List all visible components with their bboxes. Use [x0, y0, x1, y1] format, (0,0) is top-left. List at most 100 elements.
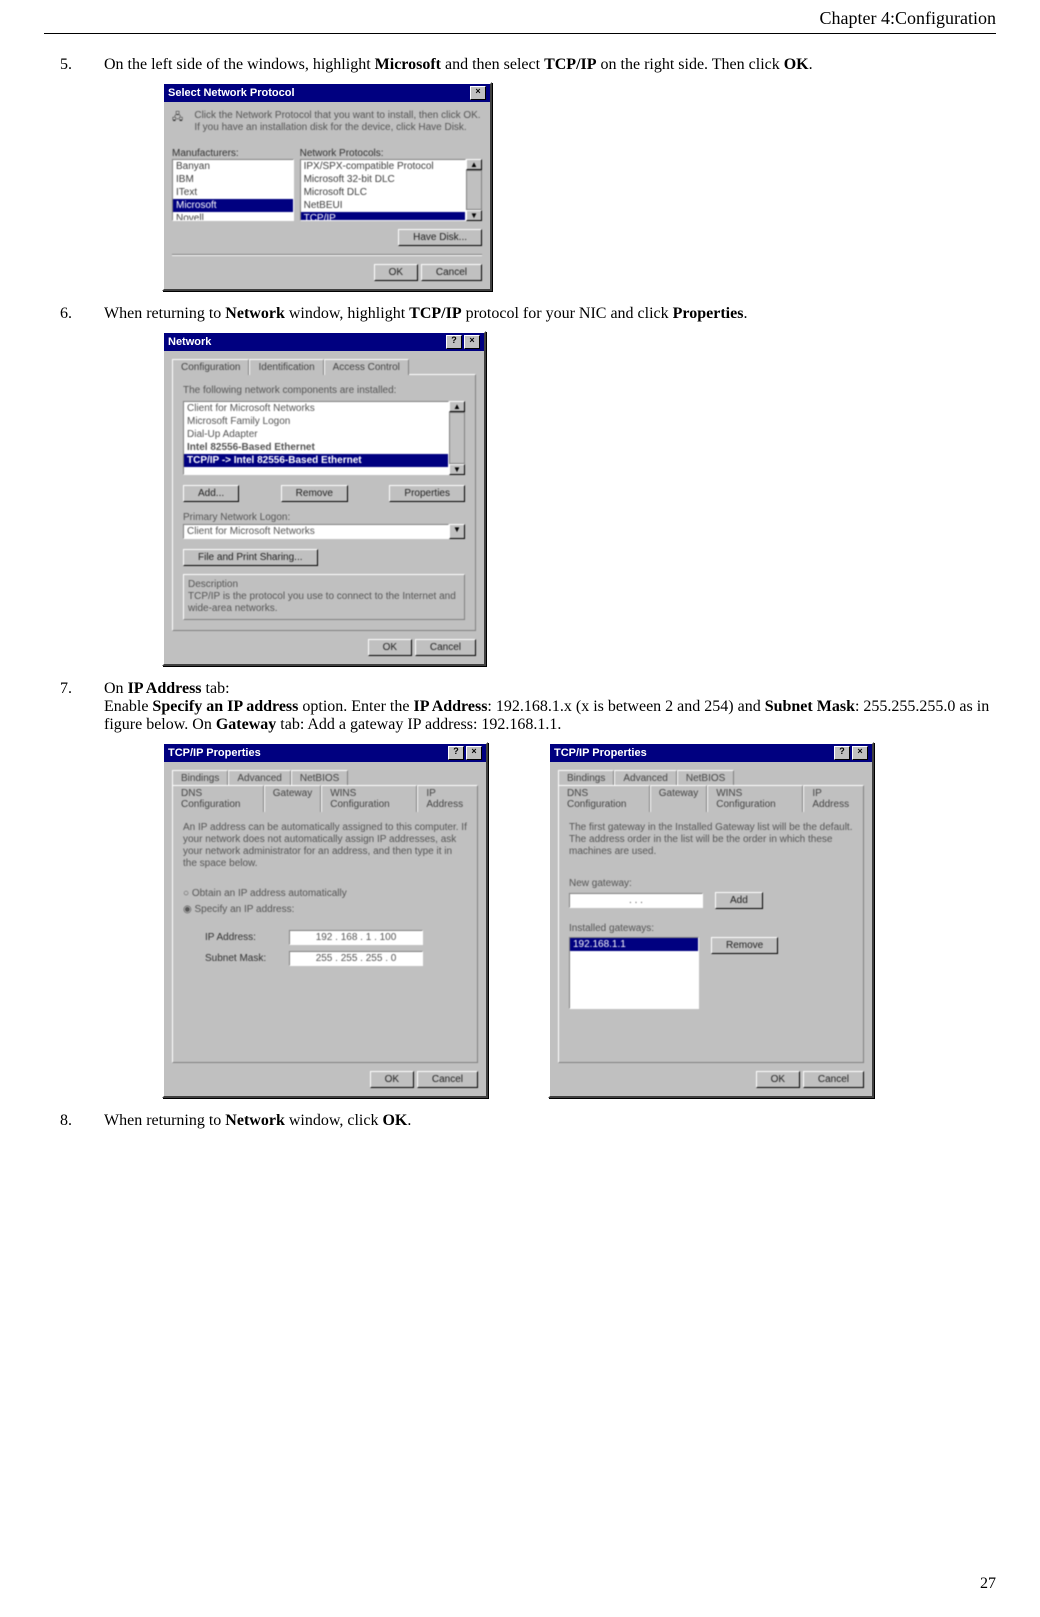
add-gateway-button[interactable]: Add	[715, 892, 763, 909]
list-item[interactable]: IPX/SPX-compatible Protocol	[301, 160, 465, 173]
ok-button[interactable]: OK	[368, 639, 412, 656]
scroll-down-icon[interactable]: ▼	[466, 210, 482, 221]
tab-netbios[interactable]: NetBIOS	[677, 770, 734, 786]
tab-ipaddress[interactable]: IP Address	[803, 785, 864, 812]
primary-logon-select[interactable]: Client for Microsoft Networks	[183, 524, 449, 539]
close-icon[interactable]: ×	[470, 86, 486, 100]
bold: IP Address	[128, 680, 202, 697]
installed-gateway-item[interactable]: 192.168.1.1	[570, 938, 698, 951]
tab-gateway[interactable]: Gateway	[264, 785, 321, 812]
bold: Gateway	[216, 716, 276, 733]
dialog-title: Select Network Protocol	[168, 87, 295, 99]
cancel-button[interactable]: Cancel	[421, 264, 482, 281]
scroll-up-icon[interactable]: ▲	[466, 159, 482, 170]
help-icon[interactable]: ?	[448, 746, 464, 760]
new-gateway-label: New gateway:	[569, 878, 853, 890]
radio-obtain-auto[interactable]: Obtain an IP address automatically	[183, 888, 467, 900]
protocol-icon: 🖧	[172, 110, 186, 138]
text: tab: Add a gateway IP address: 192.168.1…	[276, 716, 561, 733]
tab-advanced[interactable]: Advanced	[228, 770, 290, 786]
step-5: 5. On the left side of the windows, high…	[60, 56, 996, 74]
add-button[interactable]: Add...	[183, 485, 239, 502]
tab-wins[interactable]: WINS Configuration	[321, 785, 417, 812]
tab-advanced[interactable]: Advanced	[614, 770, 676, 786]
protocols-list[interactable]: IPX/SPX-compatible Protocol Microsoft 32…	[300, 159, 466, 221]
have-disk-button[interactable]: Have Disk...	[398, 229, 482, 246]
cancel-button[interactable]: Cancel	[803, 1071, 864, 1088]
close-icon[interactable]: ×	[464, 335, 480, 349]
tab-gateway[interactable]: Gateway	[650, 785, 707, 812]
new-gateway-input[interactable]: . . .	[569, 893, 703, 908]
cancel-button[interactable]: Cancel	[415, 639, 476, 656]
chapter-header: Chapter 4:Configuration	[44, 8, 996, 33]
tab-configuration[interactable]: Configuration	[172, 359, 249, 375]
tab-dns[interactable]: DNS Configuration	[172, 785, 264, 812]
list-item[interactable]: Novell	[173, 212, 293, 221]
components-list[interactable]: Client for Microsoft Networks Microsoft …	[183, 401, 449, 475]
text: .	[809, 56, 813, 73]
subnet-mask-input[interactable]: 255 . 255 . 255 . 0	[289, 951, 423, 966]
list-item[interactable]: IBM	[173, 173, 293, 186]
description-text: TCP/IP is the protocol you use to connec…	[188, 591, 460, 615]
step-6-text: When returning to Network window, highli…	[104, 305, 996, 323]
manufacturers-label: Manufacturers:	[172, 148, 294, 159]
help-icon[interactable]: ?	[834, 746, 850, 760]
list-item[interactable]: Microsoft 32-bit DLC	[301, 173, 465, 186]
step-8-number: 8.	[60, 1112, 80, 1130]
ok-button[interactable]: OK	[756, 1071, 800, 1088]
tab-wins[interactable]: WINS Configuration	[707, 785, 803, 812]
text: When returning to	[104, 305, 225, 322]
radio-specify[interactable]: Specify an IP address:	[183, 904, 467, 916]
text: on the right side. Then click	[597, 56, 784, 73]
text: protocol for your NIC and click	[462, 305, 673, 322]
bold: Mask	[817, 698, 855, 715]
help-icon[interactable]: ?	[446, 335, 462, 349]
tab-identification[interactable]: Identification	[249, 359, 323, 375]
tab-access-control[interactable]: Access Control	[324, 359, 409, 375]
ip-intro-text: An IP address can be automatically assig…	[183, 822, 467, 870]
bold: Subnet	[765, 698, 813, 715]
list-item[interactable]: Intel 82556-Based Ethernet	[184, 441, 448, 454]
tab-netbios[interactable]: NetBIOS	[291, 770, 348, 786]
tab-bindings[interactable]: Bindings	[558, 770, 614, 786]
bold: TCP/IP	[409, 305, 461, 322]
list-item[interactable]: Client for Microsoft Networks	[184, 402, 448, 415]
list-item[interactable]: IText	[173, 186, 293, 199]
ok-button[interactable]: OK	[374, 264, 418, 281]
text: and then select	[441, 56, 544, 73]
step-7-number: 7.	[60, 680, 80, 698]
scroll-up-icon[interactable]: ▲	[449, 401, 465, 412]
scroll-down-icon[interactable]: ▼	[449, 464, 465, 475]
ip-address-input[interactable]: 192 . 168 . 1 . 100	[289, 930, 423, 945]
dialog-hint: Click the Network Protocol that you want…	[194, 110, 482, 138]
tcpip-properties-ipaddress-dialog: TCP/IP Properties ?× Bindings Advanced N…	[162, 742, 488, 1098]
tab-dns[interactable]: DNS Configuration	[558, 785, 650, 812]
cancel-button[interactable]: Cancel	[417, 1071, 478, 1088]
list-item-selected[interactable]: TCP/IP	[301, 212, 465, 221]
tab-ipaddress[interactable]: IP Address	[417, 785, 478, 812]
chevron-down-icon[interactable]: ▼	[449, 524, 465, 539]
manufacturers-list[interactable]: Banyan IBM IText Microsoft Novell	[172, 159, 294, 221]
bold: OK	[382, 1112, 407, 1129]
tab-bindings[interactable]: Bindings	[172, 770, 228, 786]
text: .	[743, 305, 747, 322]
properties-button[interactable]: Properties	[389, 485, 465, 502]
bold: Network	[225, 1112, 285, 1129]
list-item-selected[interactable]: TCP/IP -> Intel 82556-Based Ethernet	[184, 454, 448, 467]
step-6: 6. When returning to Network window, hig…	[60, 305, 996, 323]
text: : 192.168.1.x (x is between 2 and 254) a…	[487, 698, 764, 715]
text: window, highlight	[285, 305, 409, 322]
list-item-selected[interactable]: Microsoft	[173, 199, 293, 212]
close-icon[interactable]: ×	[852, 746, 868, 760]
list-item[interactable]: Microsoft DLC	[301, 186, 465, 199]
file-print-sharing-button[interactable]: File and Print Sharing...	[183, 549, 318, 566]
list-item[interactable]: Dial-Up Adapter	[184, 428, 448, 441]
list-item[interactable]: Banyan	[173, 160, 293, 173]
ok-button[interactable]: OK	[370, 1071, 414, 1088]
close-icon[interactable]: ×	[466, 746, 482, 760]
remove-button[interactable]: Remove	[281, 485, 348, 502]
list-item[interactable]: NetBEUI	[301, 199, 465, 212]
dialog-title: TCP/IP Properties	[554, 747, 647, 759]
remove-gateway-button[interactable]: Remove	[711, 937, 778, 954]
list-item[interactable]: Microsoft Family Logon	[184, 415, 448, 428]
